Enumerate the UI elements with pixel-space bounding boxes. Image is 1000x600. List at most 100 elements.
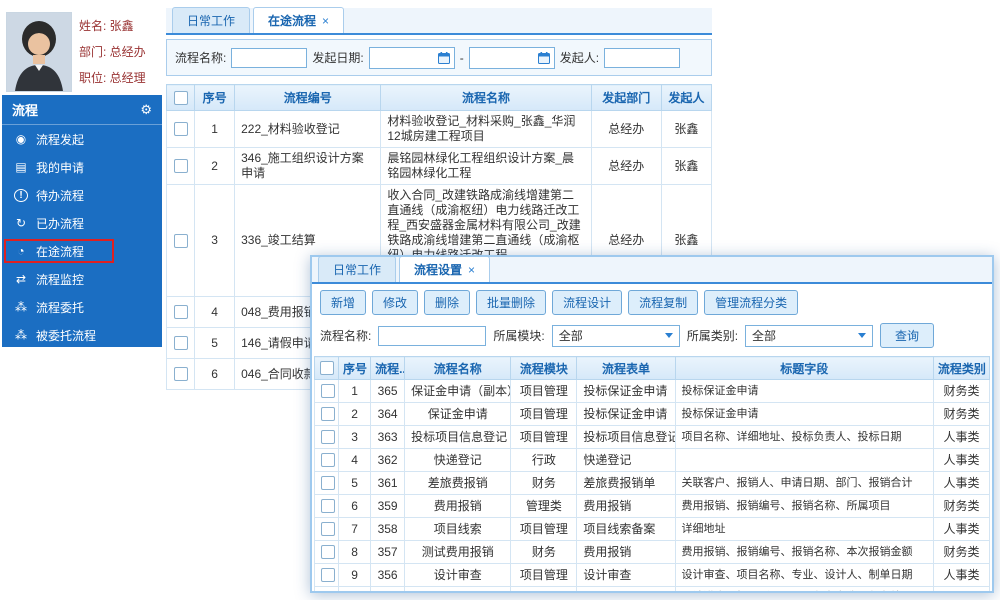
checkbox-cell — [167, 297, 195, 328]
cell-fields: 费用报销、报销编号、报销名称、所属项目 — [675, 495, 933, 518]
row-checkbox[interactable] — [321, 568, 335, 582]
cell-form: 差旅费报销单 — [577, 472, 675, 495]
table-row[interactable]: 2346_施工组织设计方案申请晨铭园林绿化工程组织设计方案_晨铭园林绿化工程总经… — [167, 148, 712, 185]
add-button[interactable]: 新增 — [320, 290, 366, 315]
table-row[interactable]: 9356设计审查项目管理设计审查设计审查、项目名称、专业、设计人、制单日期人事类 — [315, 564, 990, 587]
column-header: 序号 — [195, 85, 235, 111]
row-checkbox[interactable] — [174, 234, 188, 248]
row-checkbox[interactable] — [321, 522, 335, 536]
cell-module: 项目管理 — [511, 564, 577, 587]
select-all-checkbox[interactable] — [174, 91, 188, 105]
sidebar-item-initiate[interactable]: ◉流程发起 — [2, 125, 162, 153]
profile-field: 职位: 总经理 — [79, 69, 146, 86]
checkbox-cell — [167, 359, 195, 390]
cell-fields: 项目名称、详细地址、投标负责人、投标日期 — [675, 426, 933, 449]
cell-module: 项目管理 — [511, 518, 577, 541]
table-row[interactable]: 3363投标项目信息登记项目管理投标项目信息登记项目名称、详细地址、投标负责人、… — [315, 426, 990, 449]
cell-fields: 设计审查、项目名称、专业、设计人、制单日期 — [675, 564, 933, 587]
cell-code: 355 — [371, 587, 405, 594]
cell-no: 3 — [195, 185, 235, 297]
gear-icon[interactable]: ⚙ — [140, 102, 152, 118]
table-row[interactable]: 4362快递登记行政快递登记人事类 — [315, 449, 990, 472]
row-checkbox[interactable] — [321, 384, 335, 398]
start-date-from-input[interactable] — [369, 47, 455, 69]
alert-icon: ! — [14, 189, 28, 202]
tab-daily-work[interactable]: 日常工作 — [172, 7, 250, 33]
start-date-to-input[interactable] — [469, 47, 555, 69]
sidebar-item-monitor[interactable]: ⇄流程监控 — [2, 265, 162, 293]
process-name-input-2[interactable] — [378, 326, 486, 346]
profile-field: 部门: 总经办 — [79, 43, 146, 60]
cell-fields: 详细地址 — [675, 518, 933, 541]
module-label: 所属模块: — [493, 327, 544, 344]
tab-in-transit-process[interactable]: 在途流程 × — [253, 7, 344, 33]
row-checkbox[interactable] — [321, 476, 335, 490]
cell-name: 投标项目信息登记 — [405, 426, 511, 449]
cell-code: 358 — [371, 518, 405, 541]
module-select-value: 全部 — [559, 327, 583, 344]
sidebar-item-my-apply[interactable]: ▤ 我的申请 — [2, 153, 162, 181]
table-row[interactable]: 10355设计进度汇报项目管理设计进度汇报设计进度汇报、所属项目、任务名称、任务… — [315, 587, 990, 594]
cell-code: 356 — [371, 564, 405, 587]
cell-form: 设计进度汇报 — [577, 587, 675, 594]
batch-delete-button[interactable]: 批量删除 — [476, 290, 546, 315]
table-row[interactable]: 1222_材料验收登记材料验收登记_材料采购_张鑫_华润12城房建工程项目总经办… — [167, 111, 712, 148]
row-checkbox[interactable] — [321, 499, 335, 513]
table-row[interactable]: 6359费用报销管理类费用报销费用报销、报销编号、报销名称、所属项目财务类 — [315, 495, 990, 518]
tab-daily-work-2[interactable]: 日常工作 — [318, 256, 396, 282]
select-all-checkbox[interactable] — [320, 361, 334, 375]
sidebar-item-label: 在途流程 — [36, 243, 84, 260]
back-filterbar: 流程名称: 发起日期: - 发起人: — [166, 39, 712, 76]
edit-button[interactable]: 修改 — [372, 290, 418, 315]
sidebar-item-delegated[interactable]: ⁂被委托流程 — [2, 321, 162, 349]
sidebar-item-in-transit[interactable]: ◔在途流程 — [2, 237, 162, 265]
row-checkbox[interactable] — [321, 453, 335, 467]
sidebar-item-label: 待办流程 — [36, 187, 84, 204]
close-tab-icon[interactable]: × — [322, 14, 329, 28]
cell-no: 8 — [339, 541, 371, 564]
checkbox-cell — [315, 403, 339, 426]
sidebar-item-label: 我的申请 — [36, 159, 84, 176]
manage-category-button[interactable]: 管理流程分类 — [704, 290, 798, 315]
initiator-input[interactable] — [604, 48, 680, 68]
table-row[interactable]: 8357测试费用报销财务费用报销费用报销、报销编号、报销名称、本次报销金额财务类 — [315, 541, 990, 564]
module-select[interactable]: 全部 — [552, 325, 680, 347]
table-row[interactable]: 2364保证金申请项目管理投标保证金申请投标保证金申请财务类 — [315, 403, 990, 426]
close-tab-icon[interactable]: × — [468, 263, 475, 277]
broadcast-icon: ◉ — [14, 132, 28, 146]
row-checkbox[interactable] — [321, 545, 335, 559]
column-header: 标题字段 — [675, 357, 933, 380]
cell-category: 人事类 — [933, 449, 989, 472]
process-name-label: 流程名称: — [175, 49, 226, 66]
sidebar-item-done[interactable]: ↻已办流程 — [2, 209, 162, 237]
sidebar-item-delegate[interactable]: ⁂流程委托 — [2, 293, 162, 321]
process-design-button[interactable]: 流程设计 — [552, 290, 622, 315]
row-checkbox[interactable] — [174, 336, 188, 350]
row-checkbox[interactable] — [321, 430, 335, 444]
tab-label: 在途流程 — [268, 12, 316, 29]
sidebar-item-todo[interactable]: ! 待办流程 — [2, 181, 162, 209]
process-name-input[interactable] — [231, 48, 307, 68]
row-checkbox[interactable] — [321, 407, 335, 421]
process-copy-button[interactable]: 流程复制 — [628, 290, 698, 315]
document-icon: ▤ — [14, 160, 28, 174]
row-checkbox[interactable] — [174, 122, 188, 136]
tab-process-settings[interactable]: 流程设置 × — [399, 256, 490, 282]
query-button[interactable]: 查询 — [880, 323, 934, 348]
table-row[interactable]: 5361差旅费报销财务差旅费报销单关联客户、报销人、申请日期、部门、报销合计人事… — [315, 472, 990, 495]
column-header: 序号 — [339, 357, 371, 380]
cell-name: 快递登记 — [405, 449, 511, 472]
delete-button[interactable]: 删除 — [424, 290, 470, 315]
desktop: 姓名: 张鑫部门: 总经办职位: 总经理 流程 ⚙ ◉流程发起▤我的申请!待办流… — [0, 0, 1000, 600]
table-row[interactable]: 7358项目线索项目管理项目线索备案详细地址人事类 — [315, 518, 990, 541]
cell-no: 1 — [195, 111, 235, 148]
row-checkbox[interactable] — [174, 367, 188, 381]
row-checkbox[interactable] — [174, 159, 188, 173]
front-table: 序号流程..流程名称流程模块流程表单标题字段流程类别1365保证金申请（副本）项… — [312, 356, 992, 593]
chevron-down-icon — [665, 333, 673, 338]
checkbox-cell — [315, 449, 339, 472]
row-checkbox[interactable] — [174, 305, 188, 319]
cell-module: 项目管理 — [511, 587, 577, 594]
category-select[interactable]: 全部 — [745, 325, 873, 347]
table-row[interactable]: 1365保证金申请（副本）项目管理投标保证金申请投标保证金申请财务类 — [315, 380, 990, 403]
